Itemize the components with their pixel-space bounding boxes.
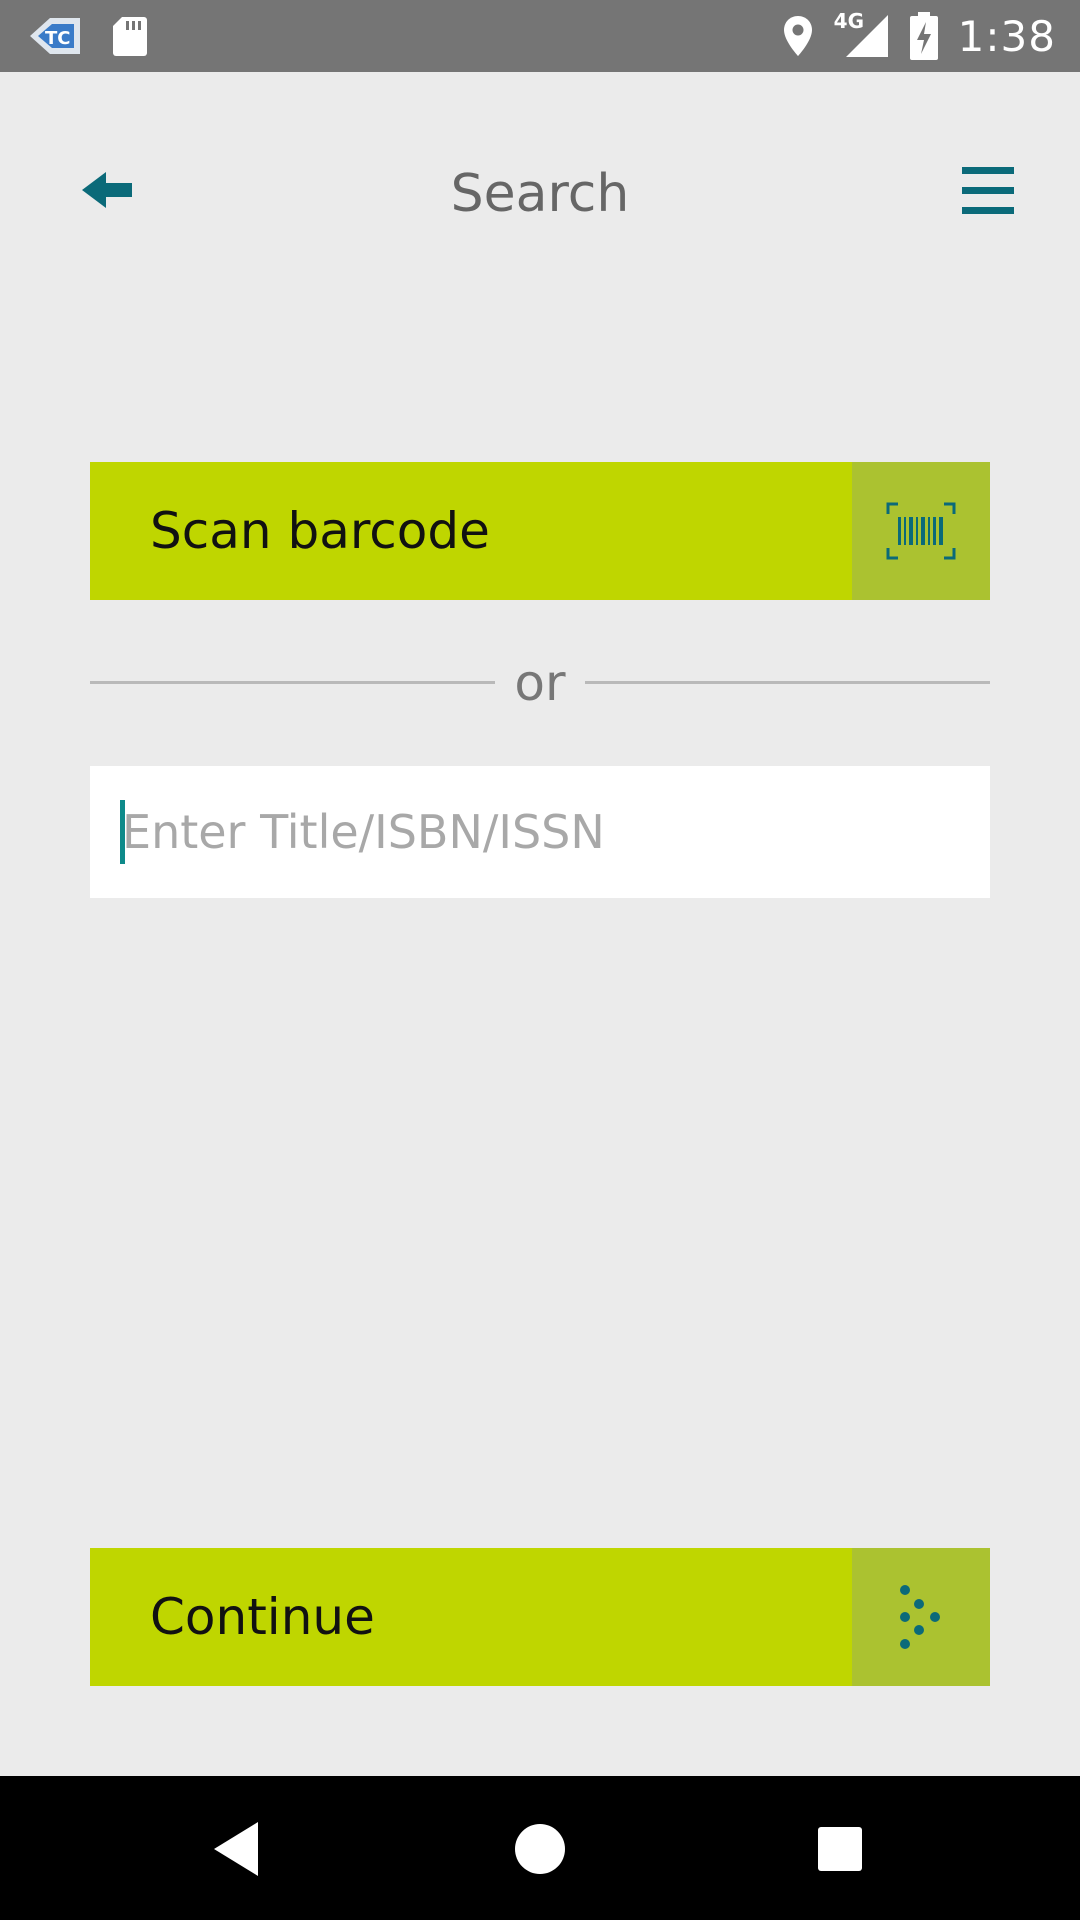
battery-charging-icon — [909, 12, 938, 60]
continue-label: Continue — [150, 1588, 375, 1646]
title-isbn-issn-input[interactable] — [90, 766, 990, 898]
svg-text:TC: TC — [45, 28, 71, 49]
scan-barcode-label: Scan barcode — [150, 502, 490, 560]
search-field[interactable] — [90, 766, 990, 898]
page-title: Search — [450, 164, 630, 224]
nav-recents-icon[interactable] — [805, 1814, 875, 1884]
system-nav-bar — [0, 1776, 1080, 1920]
divider-line-right — [585, 681, 990, 684]
nav-back-icon[interactable] — [206, 1814, 276, 1884]
barcode-scan-icon — [886, 502, 956, 560]
nav-home-icon[interactable] — [505, 1814, 575, 1884]
app-badge-icon: TC — [30, 18, 80, 54]
continue-button[interactable]: Continue — [90, 1548, 990, 1686]
location-icon — [783, 16, 812, 56]
dotted-arrow-icon — [900, 1585, 940, 1649]
text-caret — [120, 800, 125, 864]
status-time: 1:38 — [957, 11, 1056, 61]
scan-barcode-icon-box[interactable] — [852, 462, 990, 600]
or-divider: or — [90, 648, 990, 724]
continue-icon-box[interactable] — [852, 1548, 990, 1686]
status-bar: TC 4G 1:38 — [0, 0, 1080, 72]
scan-barcode-button[interactable]: Scan barcode — [90, 462, 990, 600]
sd-card-icon — [113, 17, 147, 56]
app-header: Search — [0, 72, 1080, 312]
hamburger-menu-icon[interactable] — [962, 166, 1014, 216]
network-type-label: 4G — [833, 9, 865, 33]
signal-icon: 4G — [834, 9, 890, 59]
